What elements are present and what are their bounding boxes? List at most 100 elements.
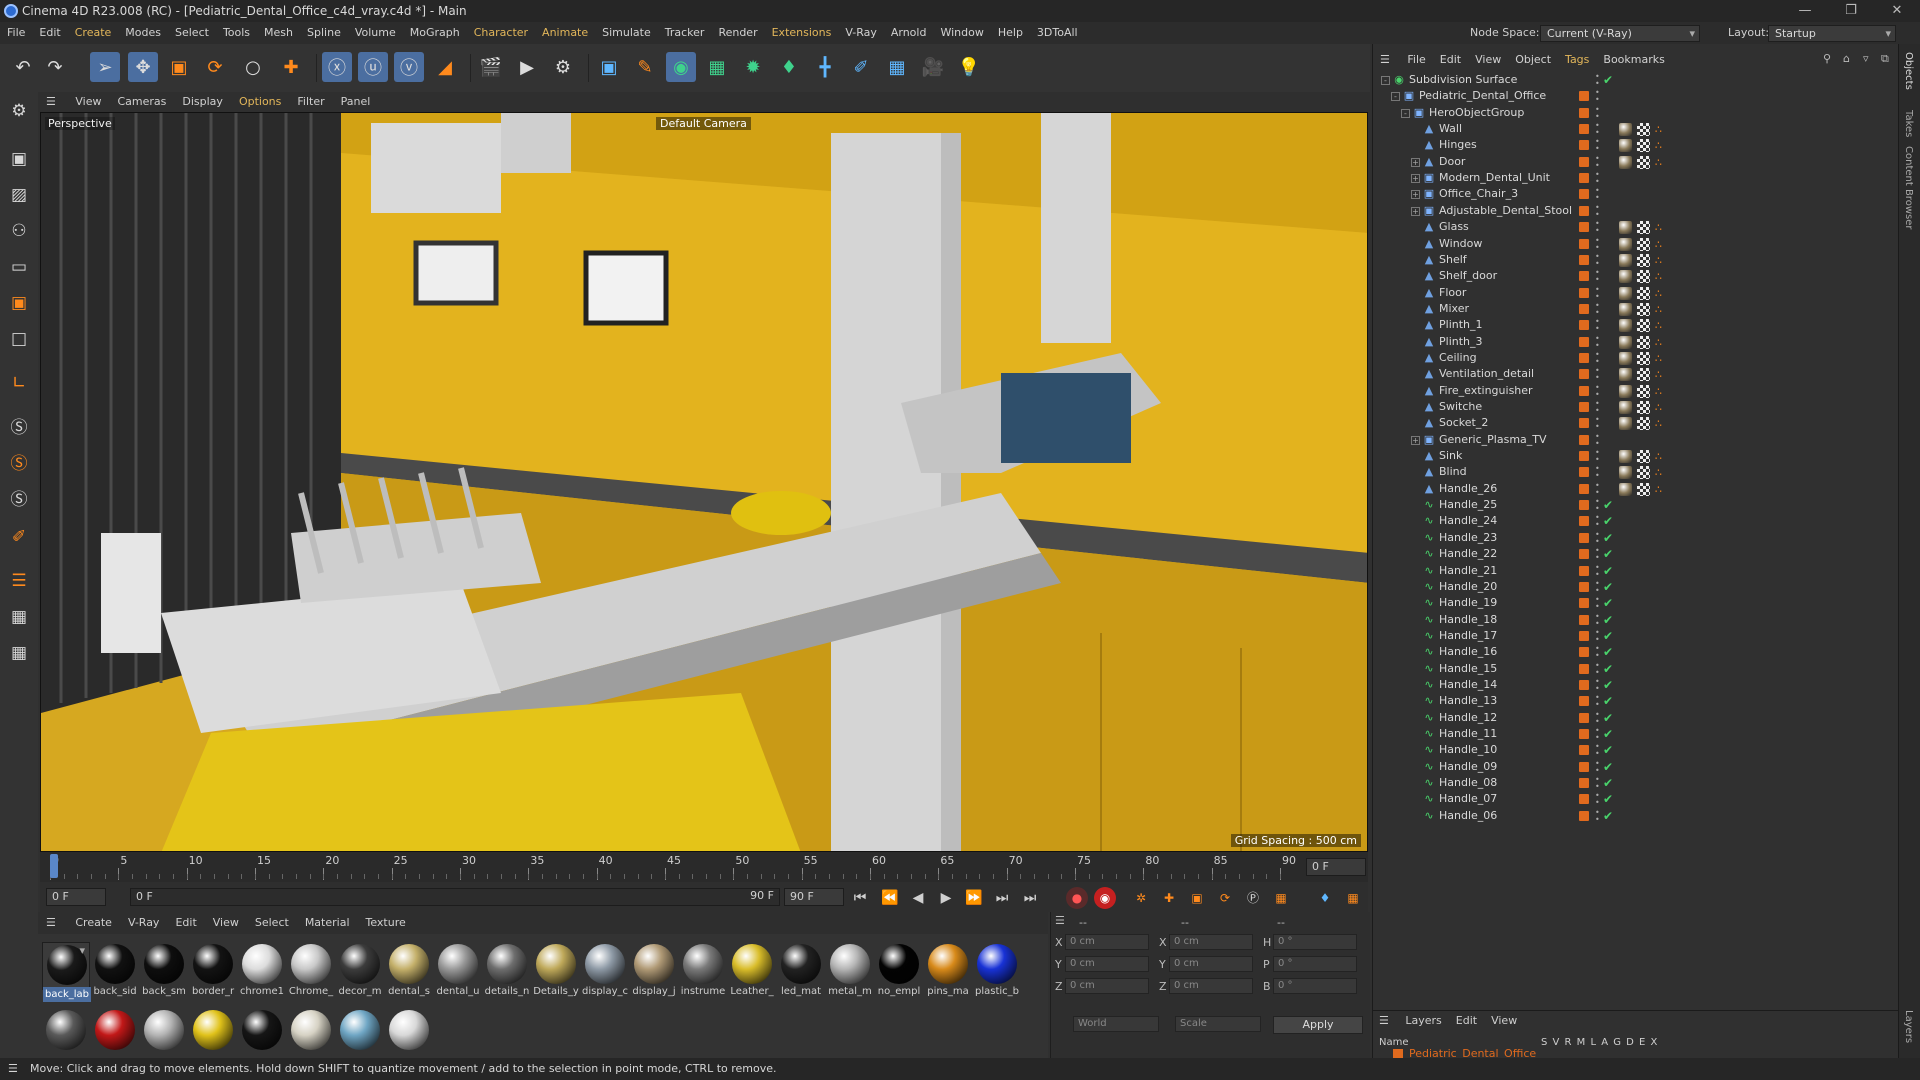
layer-color-icon[interactable]	[1579, 696, 1589, 707]
visibility-dots-icon[interactable]: • •	[1595, 743, 1600, 758]
visibility-dots-icon[interactable]: • •	[1595, 727, 1600, 742]
coordinates-menu-icon[interactable]: ☰	[1055, 914, 1065, 927]
menu-item-render[interactable]: Render	[711, 22, 764, 44]
visibility-dots-icon[interactable]: • •	[1595, 579, 1600, 594]
workplane-icon[interactable]: ☰	[4, 566, 34, 596]
visibility-dots-icon[interactable]: • •	[1595, 318, 1600, 333]
layer-color-icon[interactable]	[1579, 369, 1589, 380]
move-tool-icon[interactable]: ✥	[128, 52, 158, 82]
visibility-dots-icon[interactable]: • •	[1595, 416, 1600, 431]
close-icon[interactable]: ✕	[1874, 0, 1920, 22]
vray-tag-icon[interactable]: ∴	[1655, 238, 1668, 251]
layer-color-icon[interactable]	[1579, 516, 1589, 527]
texture-tag-icon[interactable]	[1619, 319, 1632, 333]
expand-toggle-icon[interactable]: +	[1411, 206, 1420, 216]
layer-color-icon[interactable]	[1579, 336, 1589, 347]
checker-tag-icon[interactable]	[1637, 482, 1650, 496]
coord-mode-select[interactable]: World	[1073, 1016, 1159, 1032]
visibility-dots-icon[interactable]: • •	[1595, 530, 1600, 545]
layer-color-icon[interactable]	[1579, 254, 1589, 265]
frame-range-slider[interactable]: 0 F	[130, 888, 780, 906]
layer-color-icon[interactable]	[1579, 189, 1589, 200]
autokey-icon[interactable]: ◉	[1094, 887, 1116, 909]
vray-tag-icon[interactable]: ∴	[1655, 303, 1668, 316]
menu-item-tools[interactable]: Tools	[216, 22, 257, 44]
material-menu-create[interactable]: Create	[67, 912, 120, 934]
checker-tag-icon[interactable]	[1637, 270, 1650, 284]
tab-takes[interactable]: Takes	[1903, 110, 1914, 137]
visibility-dots-icon[interactable]: • •	[1595, 154, 1600, 169]
object-menu-file[interactable]: File	[1400, 50, 1432, 70]
visibility-dots-icon[interactable]: • •	[1595, 792, 1600, 807]
render-region-icon[interactable]: 🎬	[476, 52, 506, 82]
minimize-icon[interactable]: —	[1782, 0, 1828, 22]
position-key-icon[interactable]: ✚	[1158, 887, 1180, 909]
visibility-dots-icon[interactable]: • •	[1595, 710, 1600, 725]
vray-tag-icon[interactable]: ∴	[1655, 450, 1668, 463]
vray-tag-icon[interactable]: ∴	[1655, 336, 1668, 349]
restore-icon[interactable]: ❐	[1828, 0, 1874, 22]
y-axis-icon[interactable]: ⓤ	[358, 52, 388, 82]
expand-toggle-icon[interactable]: -	[1401, 108, 1410, 118]
layer-color-icon[interactable]	[1579, 761, 1589, 772]
prev-frame-icon[interactable]: ◀	[908, 888, 928, 908]
rotate-tool-icon[interactable]: ⟳	[200, 52, 230, 82]
layer-color-icon[interactable]	[1579, 222, 1589, 233]
coord-value-field[interactable]: 0 °	[1273, 978, 1357, 994]
polygons-mode-icon[interactable]: ▣	[4, 288, 34, 318]
visibility-dots-icon[interactable]: • •	[1595, 269, 1600, 284]
viewport-menu-options[interactable]: Options	[231, 92, 289, 112]
checker-tag-icon[interactable]	[1637, 253, 1650, 267]
checker-tag-icon[interactable]	[1637, 319, 1650, 333]
floor-icon[interactable]: ▦	[882, 52, 912, 82]
checker-tag-icon[interactable]	[1637, 237, 1650, 251]
visibility-dots-icon[interactable]: • •	[1595, 465, 1600, 480]
texture-tag-icon[interactable]	[1619, 450, 1632, 464]
grid-icon[interactable]: ▦	[4, 602, 34, 632]
goto-start-icon[interactable]: ⏮	[850, 888, 870, 908]
layer-color-icon[interactable]	[1579, 124, 1589, 135]
scale-mode-select[interactable]: Scale	[1175, 1016, 1261, 1032]
start-frame-field[interactable]: 0 F	[46, 888, 106, 906]
checker-tag-icon[interactable]	[1637, 123, 1650, 137]
layer-color-icon[interactable]	[1579, 549, 1589, 560]
z-axis-icon[interactable]: ⓥ	[394, 52, 424, 82]
menu-item-arnold[interactable]: Arnold	[884, 22, 934, 44]
visibility-dots-icon[interactable]: • •	[1595, 73, 1600, 88]
texture-tag-icon[interactable]	[1619, 401, 1632, 414]
material-swatch[interactable]: no_empl	[875, 942, 923, 997]
magnet-icon[interactable]: ✐	[4, 522, 34, 552]
current-frame-field[interactable]: 0 F	[1306, 858, 1366, 876]
material-swatch[interactable]: display_j	[630, 942, 678, 997]
expand-toggle-icon[interactable]: +	[1411, 174, 1420, 184]
quantize-icon[interactable]: Ⓢ	[4, 482, 34, 512]
viewport-menu-panel[interactable]: Panel	[333, 92, 379, 112]
object-menu-icon[interactable]: ☰	[1373, 50, 1397, 70]
material-swatch[interactable]: pins_ma	[924, 942, 972, 997]
menu-item-window[interactable]: Window	[933, 22, 990, 44]
material-swatch[interactable]: display_c	[581, 942, 629, 997]
viewport-menu-cameras[interactable]: Cameras	[109, 92, 174, 112]
record-icon[interactable]: ●	[1066, 887, 1088, 909]
visibility-dots-icon[interactable]: • •	[1595, 105, 1600, 120]
visibility-dots-icon[interactable]: • •	[1595, 350, 1600, 365]
layer-color-icon[interactable]	[1579, 483, 1589, 494]
parameter-key-icon[interactable]: Ⓟ	[1242, 887, 1264, 909]
visibility-dots-icon[interactable]: • •	[1595, 645, 1600, 660]
checker-tag-icon[interactable]	[1637, 351, 1650, 365]
menu-item-mograph[interactable]: MoGraph	[403, 22, 467, 44]
apply-button[interactable]: Apply	[1273, 1016, 1363, 1034]
coord-value-field[interactable]: 0 cm	[1065, 956, 1149, 972]
material-swatch[interactable]	[189, 1008, 237, 1056]
visibility-dots-icon[interactable]: • •	[1595, 808, 1600, 823]
vray-tag-icon[interactable]: ∴	[1655, 466, 1668, 479]
material-swatch[interactable]: Chrome_	[287, 942, 335, 997]
layer-color-icon[interactable]	[1579, 532, 1589, 543]
coord-value-field[interactable]: 0 cm	[1169, 978, 1253, 994]
layer-color-icon[interactable]	[1579, 434, 1589, 445]
filter-icon[interactable]: ▿	[1863, 52, 1869, 65]
material-swatch[interactable]: border_r	[189, 942, 237, 997]
material-swatch[interactable]	[238, 1008, 286, 1056]
material-swatch[interactable]: dental_s	[385, 942, 433, 997]
search-icon[interactable]: ⚲	[1823, 52, 1831, 65]
